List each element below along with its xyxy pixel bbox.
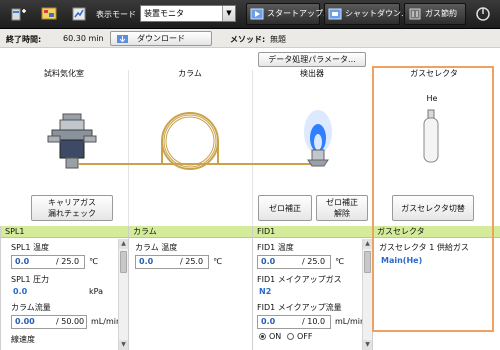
unit: ℃ [335, 257, 344, 266]
display-mode-label: 表示モード [96, 10, 136, 19]
power-icon[interactable] [474, 5, 492, 23]
startup-button[interactable]: スタートアップ... [246, 3, 331, 25]
column-flow-current: 0.00 [15, 317, 35, 326]
spl1-temp-setpoint: / 25.0 [56, 257, 80, 266]
column-temp-current: 0.0 [139, 257, 154, 266]
linear-velocity-label: 線速度 [11, 335, 35, 344]
gas-selector-panel: ガスセレクタ ガスセレクタ 1 供給ガス Main(He) [372, 226, 500, 350]
column-temp-field[interactable]: 0.0 / 25.0 [135, 255, 209, 269]
flame-icon[interactable] [304, 110, 332, 167]
monitor-settings-icon[interactable] [40, 5, 58, 23]
column-temp-setpoint: / 25.0 [180, 257, 204, 266]
panel-title: ガスセレクタ [373, 226, 500, 238]
zero-adjust-button[interactable]: ゼロ補正 [258, 195, 312, 221]
spl1-pressure-label: SPL1 圧力 [11, 275, 49, 284]
unit: kPa [89, 287, 103, 296]
unit: ℃ [89, 257, 98, 266]
zero-release-line1: ゼロ補正 [326, 198, 358, 207]
fid1-temp-label: FID1 温度 [257, 243, 294, 252]
fid1-makeup-flow-current: 0.0 [261, 317, 276, 326]
scroll-up-icon[interactable]: ▲ [363, 239, 372, 249]
scroll-down-icon[interactable]: ▼ [119, 340, 128, 350]
gas-cylinder-icon[interactable] [423, 109, 439, 163]
column-coil-icon[interactable] [161, 112, 219, 170]
gas-selector-supply-label: ガスセレクタ 1 供給ガス [379, 243, 469, 252]
display-mode-select[interactable]: 装置モニタ ▼ [140, 5, 236, 22]
gas-selector-supply-value: Main(He) [381, 256, 423, 265]
carrier-check-line1: キャリアガス [48, 198, 96, 207]
fid1-off-label: OFF [297, 332, 313, 341]
panel-title: カラム [129, 226, 252, 238]
instrument-diagram: データ処理パラメータ... 試料気化室 カラム 検出器 ガスセレクタ He キャ… [0, 48, 500, 226]
fid1-scrollbar[interactable]: ▲ ▼ [362, 239, 372, 350]
fid1-makeup-gas-value: N2 [259, 287, 272, 296]
fid1-makeup-gas-label: FID1 メイクアップガス [257, 275, 342, 284]
startup-label: スタートアップ... [267, 9, 331, 18]
fid1-temp-setpoint: / 25.0 [302, 257, 326, 266]
fid1-makeup-flow-setpoint: / 10.0 [302, 317, 326, 326]
end-time-label: 終了時間: [6, 35, 42, 44]
main-toolbar: 表示モード 装置モニタ ▼ スタートアップ... シャットダウン... ガス節約 [0, 0, 500, 29]
gas-save-button[interactable]: ガス節約 [404, 3, 466, 25]
fid1-on-label: ON [269, 332, 282, 341]
spl1-scrollbar[interactable]: ▲ ▼ [118, 239, 128, 350]
method-label: メソッド: [230, 35, 266, 44]
gas-save-label: ガス節約 [425, 9, 457, 18]
fid1-off-radio[interactable] [287, 333, 294, 340]
spl1-temp-current: 0.0 [15, 257, 30, 266]
download-button[interactable]: ダウンロード [110, 31, 212, 46]
column-flow-label: カラム流量 [11, 303, 51, 312]
shutdown-label: シャットダウン... [345, 9, 409, 18]
spl1-panel: SPL1 SPL1 温度 0.0 / 25.0 ℃ SPL1 圧力 0.0 kP… [0, 226, 128, 350]
shutdown-button[interactable]: シャットダウン... [324, 3, 409, 25]
unit: ℃ [213, 257, 222, 266]
download-label: ダウンロード [137, 34, 185, 43]
unit: mL/min [91, 317, 122, 326]
fid1-makeup-flow-label: FID1 メイクアップ流量 [257, 303, 342, 312]
column-flow-field[interactable]: 0.00 / 50.00 [11, 315, 87, 329]
spl1-temp-field[interactable]: 0.0 / 25.0 [11, 255, 85, 269]
zero-adjust-release-button[interactable]: ゼロ補正 解除 [316, 195, 368, 221]
injector-icon[interactable] [47, 113, 97, 169]
fid1-on-radio[interactable] [259, 333, 266, 340]
gas-name-label: He [426, 94, 438, 103]
column-temp-label: カラム 温度 [135, 243, 178, 252]
method-value: 無題 [270, 35, 286, 44]
chevron-down-icon: ▼ [222, 6, 235, 21]
scroll-thumb[interactable] [364, 251, 371, 273]
gas-selector-switch-button[interactable]: ガスセレクタ切替 [392, 195, 474, 221]
zero-release-line2: 解除 [334, 209, 350, 218]
scroll-down-icon[interactable]: ▼ [363, 340, 372, 350]
carrier-check-line2: 漏れチェック [48, 209, 96, 218]
download-icon [117, 35, 128, 43]
fid1-panel: FID1 FID1 温度 0.0 / 25.0 ℃ FID1 メイクアップガス … [252, 226, 372, 350]
column-flow-setpoint: / 50.00 [56, 317, 85, 326]
fid1-temp-current: 0.0 [261, 257, 276, 266]
method-info-bar: 終了時間: 60.30 min ダウンロード メソッド: 無題 [0, 29, 500, 48]
spl1-temp-label: SPL1 温度 [11, 243, 49, 252]
analysis-icon[interactable] [70, 5, 88, 23]
instrument-status-icon[interactable] [10, 5, 28, 23]
scroll-thumb[interactable] [120, 251, 127, 273]
spl1-pressure-value: 0.0 [13, 287, 28, 296]
panel-title: FID1 [253, 226, 372, 238]
display-mode-value: 装置モニタ [144, 9, 184, 18]
scroll-up-icon[interactable]: ▲ [119, 239, 128, 249]
panel-title: SPL1 [1, 226, 128, 238]
fid1-temp-field[interactable]: 0.0 / 25.0 [257, 255, 331, 269]
end-time-value: 60.30 min [63, 34, 104, 43]
startup-icon [250, 8, 264, 20]
column-panel: カラム カラム 温度 0.0 / 25.0 ℃ [128, 226, 252, 350]
carrier-leak-check-button[interactable]: キャリアガス 漏れチェック [31, 195, 113, 221]
shutdown-icon [328, 8, 342, 20]
gas-save-icon [409, 8, 421, 20]
unit: mL/min [335, 317, 366, 326]
fid1-makeup-flow-field[interactable]: 0.0 / 10.0 [257, 315, 331, 329]
